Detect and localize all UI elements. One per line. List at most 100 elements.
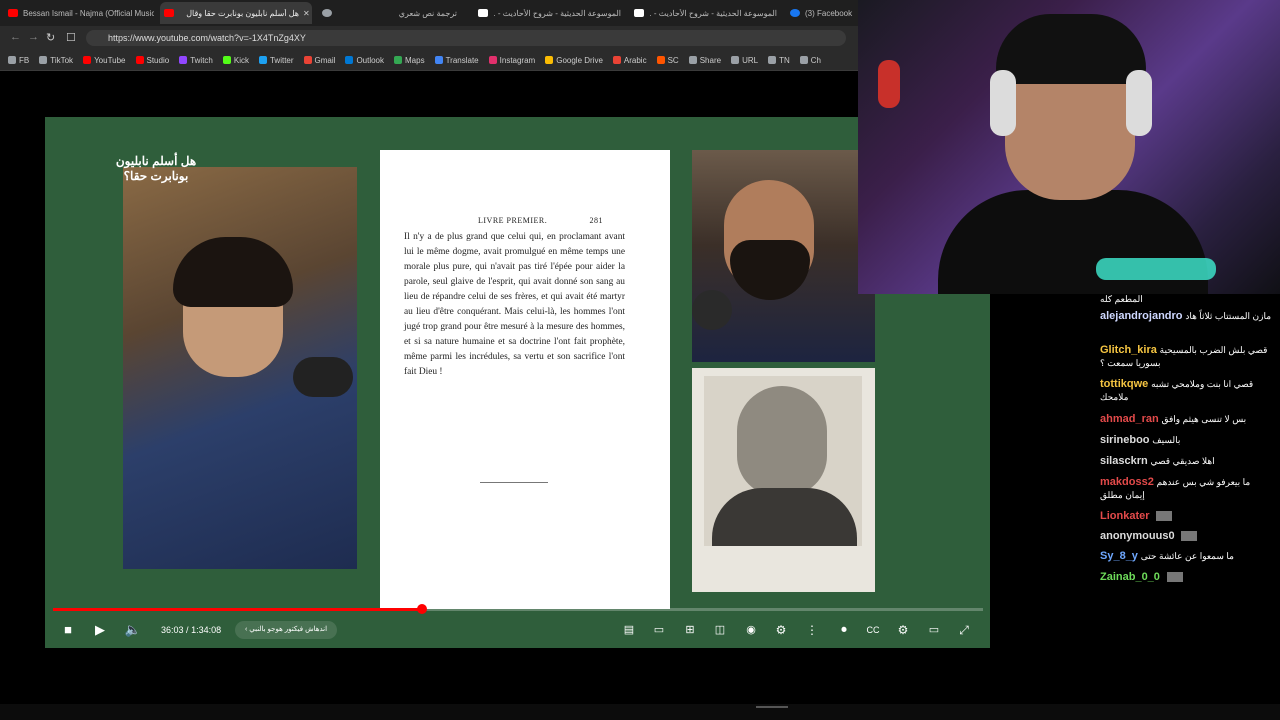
chat-username[interactable]: alejandrojandro [1100, 310, 1183, 322]
tab-title: (3) Facebook [805, 8, 853, 18]
bookmark-tiktok[interactable]: TikTok [39, 56, 73, 65]
video-player[interactable]: هل أسلم نابليون بونابرت حقا؟ LIVRE PREMI… [45, 117, 990, 648]
portrait-face [737, 386, 827, 496]
chat-username[interactable]: Sy_8_y [1100, 550, 1138, 562]
headset-icon [1126, 70, 1152, 136]
bookmark-fb[interactable]: FB [8, 56, 29, 65]
bottom-bar [0, 704, 1280, 720]
tab-title: هل أسلم نابليون بونابرت حقا وقال [186, 8, 299, 18]
video-progress-bar[interactable] [53, 604, 983, 614]
chat-message: Zainab_0_0 [1100, 571, 1272, 584]
microphone-icon [1096, 258, 1216, 280]
chapter-button[interactable]: اندهاش فيكتور هوجو بالنبي › [235, 621, 338, 639]
bookmarks-bar: FB TikTok YouTube Studio Twitch Kick Twitter Gm… [0, 50, 858, 71]
bookmark-kick[interactable]: Kick [222, 56, 249, 65]
bookmark-studio[interactable]: Studio [135, 56, 169, 65]
browser-tab[interactable]: الموسوعة الحديثية - شروح الأحاديث - ... [630, 2, 780, 24]
browser-tab[interactable]: Bessan Ismail - Najma (Official Music [4, 2, 154, 24]
bookmark-twitch[interactable]: Twitch [179, 56, 213, 65]
bookmark-arabic[interactable]: Arabic [612, 56, 647, 65]
play-icon[interactable]: ▶ [91, 621, 109, 639]
chat-message: Sy_8_y ما سمعوا عن عائشة حتى [1100, 550, 1272, 563]
bookmark-ch[interactable]: Ch [799, 56, 821, 65]
back-icon[interactable]: ← [10, 31, 21, 43]
folder-icon [8, 56, 16, 64]
youtube-icon [8, 9, 18, 17]
more-options-icon[interactable]: ⋮ [803, 621, 821, 639]
share-icon [688, 56, 697, 64]
autoplay-clip-icon[interactable]: ⊞ [681, 621, 699, 639]
bookmark-youtube[interactable]: YouTube [83, 56, 126, 65]
drive-icon [545, 56, 554, 64]
microphone-icon [293, 357, 353, 397]
chat-username[interactable]: silasckrn [1100, 455, 1148, 467]
bookmark-maps[interactable]: Maps [394, 56, 425, 65]
progress-scrubber-handle[interactable] [417, 604, 428, 614]
chevron-right-icon: › [245, 626, 248, 633]
time-display: 36:03 / 1:34:08 [161, 621, 221, 639]
bookmark-tn[interactable]: TN [768, 56, 790, 65]
gmail-icon [303, 56, 312, 64]
chat-message-text: ما سمعوا عن عائشة حتى [1140, 551, 1234, 561]
bookmark-translate[interactable]: Translate [434, 55, 479, 65]
tab-title: Bessan Ismail - Najma (Official Music [23, 8, 154, 18]
url-text[interactable]: https://www.youtube.com/watch?v=-1X4TnZg… [108, 33, 306, 43]
forward-icon[interactable]: → [28, 31, 39, 43]
chat-username[interactable]: Zainab_0_0 [1100, 571, 1160, 583]
person-beard [730, 240, 810, 300]
bookmark-twitter[interactable]: Twitter [258, 56, 294, 65]
stop-icon[interactable]: ■ [59, 621, 77, 639]
chat-message-text: بالسيف [1152, 435, 1181, 445]
chat-username[interactable]: ahmad_ran [1100, 413, 1159, 425]
chat-message-text: المطعم كله [1100, 294, 1143, 304]
settings-icon[interactable]: ⚙ [894, 621, 912, 639]
miniplayer-icon[interactable]: ▭ [650, 621, 668, 639]
bookmark-instagram[interactable]: Instagram [488, 56, 535, 65]
subtitles-icon[interactable]: CC [864, 621, 882, 639]
chat-username[interactable]: Lionkater [1100, 510, 1150, 522]
chat-username[interactable]: tottikqwe [1100, 378, 1148, 390]
split-view-icon[interactable]: ◫ [711, 621, 729, 639]
chapters-icon[interactable]: ▤ [620, 621, 638, 639]
volume-icon[interactable]: 🔈 [124, 621, 142, 639]
url-field[interactable]: https://www.youtube.com/watch?v=-1X4TnZg… [86, 30, 846, 46]
kick-icon [222, 56, 231, 64]
bookmark-url[interactable]: URL [731, 56, 758, 65]
bookmark-sc[interactable]: SC [656, 55, 679, 65]
bookmark-label: Google Drive [556, 55, 603, 65]
bookmark-label: URL [742, 55, 759, 65]
chat-message-text: مازن المستتاب ثلاثاً هاد [1185, 311, 1272, 321]
chat-username[interactable]: makdoss2 [1100, 476, 1154, 488]
chat-username[interactable]: Glitch_kira [1100, 344, 1157, 356]
twitter-icon [258, 56, 267, 64]
red-light-decoration [878, 60, 900, 108]
chat-message: Glitch_kira قصي بلش الضرب بالمسيحية بسور… [1100, 344, 1272, 370]
bookmark-label: Outlook [356, 55, 385, 65]
browser-tab[interactable]: الموسوعة الحديثية - شروح الأحاديث - ... [474, 2, 624, 24]
screenshot-icon[interactable]: ◉ [742, 621, 760, 639]
browser-tab-active[interactable]: هل أسلم نابليون بونابرت حقا وقال ✕ [160, 2, 312, 24]
bookmark-gmail[interactable]: Gmail [303, 56, 335, 65]
close-tab-icon[interactable]: ✕ [303, 9, 310, 18]
tab-favicon-icon [478, 9, 488, 17]
chat-message: alejandrojandro مازن المستتاب ثلاثاً هاد [1100, 310, 1272, 323]
bookmark-label: SC [667, 55, 679, 65]
chat-message: sirineboo بالسيف [1100, 434, 1272, 447]
bookmark-share[interactable]: Share [688, 56, 721, 65]
autoplay-toggle[interactable]: ⏺ [833, 621, 855, 639]
reload-icon[interactable]: ↻ [46, 31, 55, 44]
bookmark-icon[interactable]: ☐ [66, 31, 76, 44]
bookmark-outlook[interactable]: Outlook [345, 56, 384, 65]
browser-tab[interactable]: (3) Facebook [786, 2, 858, 24]
theater-mode-icon[interactable]: ▭ [925, 621, 943, 639]
chat-username[interactable]: anonymouus0 [1100, 530, 1175, 542]
chat-message-text: اهلا صديقي قصي [1150, 456, 1215, 466]
gear-icon[interactable]: ⚙ [772, 621, 790, 639]
chat-username[interactable]: sirineboo [1100, 434, 1150, 446]
browser-tab[interactable]: ترجمة نص شعري [318, 2, 468, 24]
streamer-cap [996, 14, 1146, 84]
fullscreen-icon[interactable]: ⤢ [955, 621, 973, 639]
bookmark-label: Translate [445, 55, 479, 65]
bookmark-google-drive[interactable]: Google Drive [545, 56, 603, 65]
guest-left-video-panel [123, 167, 357, 569]
